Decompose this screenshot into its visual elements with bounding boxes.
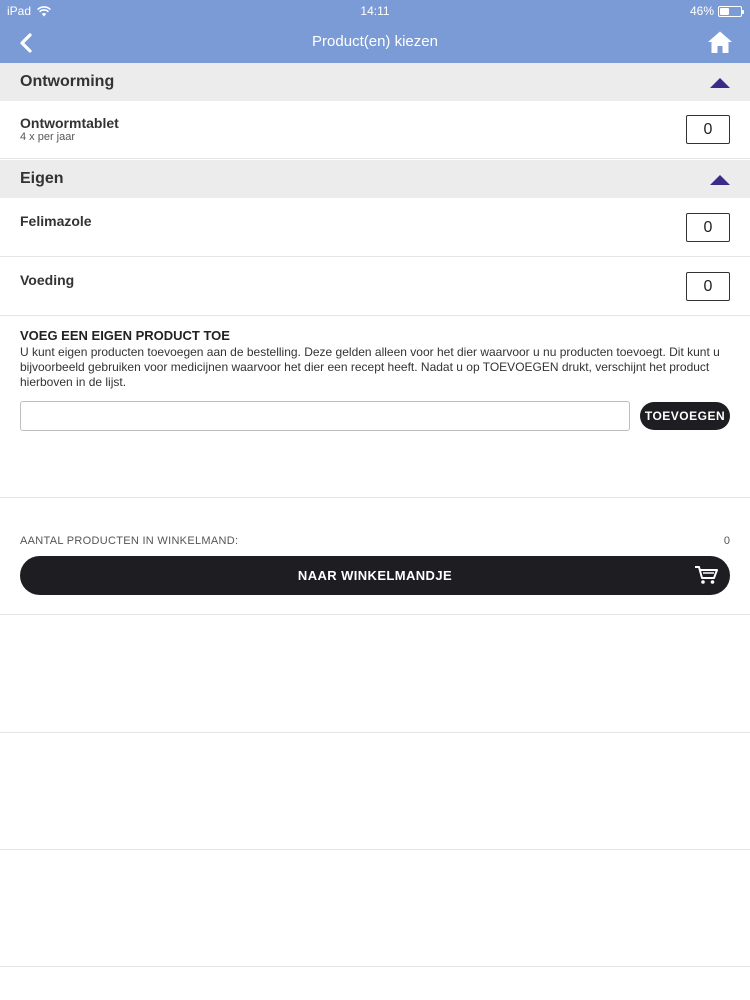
go-to-cart-label: NAAR WINKELMANDJE xyxy=(297,568,453,583)
cart-count-value: 0 xyxy=(723,535,730,547)
add-product-button[interactable]: TOEVOEGEN xyxy=(640,402,730,430)
status-right: 46% xyxy=(689,4,744,18)
page-title: Product(en) kiezen xyxy=(312,33,438,50)
product-name: Ontwormtablet xyxy=(20,115,119,131)
divider xyxy=(0,966,750,967)
product-name: Felimazole xyxy=(20,213,92,229)
status-time: 14:11 xyxy=(360,4,390,18)
go-to-cart-button[interactable]: NAAR WINKELMANDJE xyxy=(20,556,730,595)
home-icon[interactable] xyxy=(707,30,733,54)
product-name-input[interactable] xyxy=(20,401,630,431)
section-header-eigen[interactable]: Eigen xyxy=(0,160,750,198)
add-product-title: VOEG EEN EIGEN PRODUCT TOE xyxy=(20,328,230,343)
divider xyxy=(0,732,750,733)
shopping-cart-icon xyxy=(695,566,718,584)
collapse-triangle-icon[interactable] xyxy=(710,175,730,185)
quantity-input[interactable] xyxy=(686,272,730,301)
section-title: Ontworming xyxy=(20,73,115,90)
status-bar: iPad 14:11 46% xyxy=(0,0,750,22)
battery-fill xyxy=(720,7,730,15)
add-product-section: VOEG EEN EIGEN PRODUCT TOE U kunt eigen … xyxy=(0,317,750,498)
divider xyxy=(0,614,750,615)
battery-icon xyxy=(718,5,744,17)
collapse-triangle-icon[interactable] xyxy=(710,78,730,88)
add-product-description: U kunt eigen producten toevoegen aan de … xyxy=(20,345,720,389)
nav-bar: Product(en) kiezen xyxy=(0,22,750,63)
section-title: Eigen xyxy=(20,170,64,187)
cart-count-label: AANTAL PRODUCTEN IN WINKELMAND: xyxy=(20,535,239,547)
section-header-ontworming[interactable]: Ontworming xyxy=(0,63,750,101)
product-subtitle: 4 x per jaar xyxy=(20,131,76,143)
product-row-felimazole: Felimazole xyxy=(0,199,750,257)
product-row-ontwormtablet: Ontwormtablet 4 x per jaar xyxy=(0,101,750,159)
divider xyxy=(0,849,750,850)
quantity-input[interactable] xyxy=(686,213,730,242)
quantity-input[interactable] xyxy=(686,115,730,144)
product-row-voeding: Voeding xyxy=(0,258,750,316)
product-name: Voeding xyxy=(20,272,75,288)
battery-percent: 46% xyxy=(689,4,714,18)
